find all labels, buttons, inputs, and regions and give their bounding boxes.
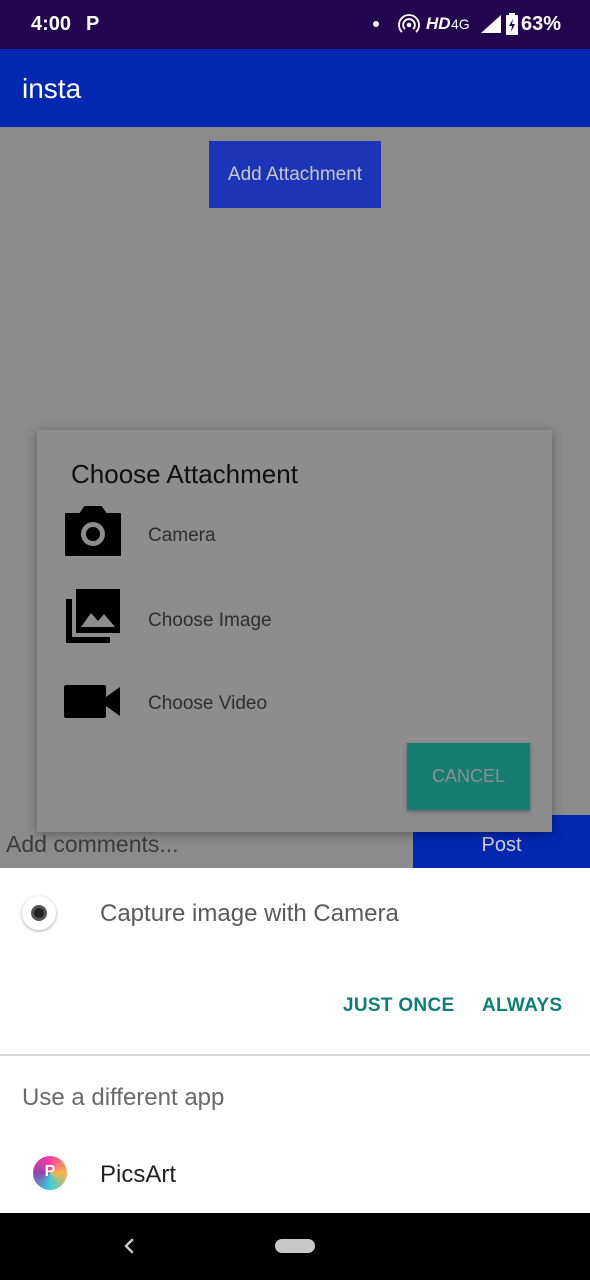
divider [0,1054,590,1056]
app-bar: insta [0,49,590,127]
navigation-bar [0,1213,590,1280]
videocam-icon [64,685,120,718]
signal-icon [481,15,501,33]
sheet-title: Capture image with Camera [100,900,399,927]
hotspot-icon [398,14,420,33]
picsart-icon[interactable] [33,1156,67,1190]
camera-app-icon [22,896,56,930]
hd-indicator: HD [426,14,451,33]
dialog-item-choose-image[interactable]: Choose Image [37,587,552,657]
dialog-item-label: Choose Image [148,610,272,631]
notification-dot-icon [373,21,379,27]
photo-library-icon [66,589,120,643]
camera-icon [65,506,121,556]
app-title: insta [22,73,82,104]
network-type: 4G [451,16,470,32]
always-button[interactable]: ALWAYS [482,995,562,1017]
app-chooser-sheet: Capture image with Camera JUST ONCE ALWA… [0,868,590,1213]
comment-input[interactable]: Add comments... [6,831,179,858]
battery-percent: 63% [521,13,562,35]
status-bar: 4:00 P HD 4G 63% [0,0,590,49]
cancel-button[interactable]: CANCEL [407,743,530,810]
dialog-item-label: Camera [148,525,216,546]
dialog-item-choose-video[interactable]: Choose Video [37,671,552,741]
choose-attachment-dialog: Choose Attachment Camera Choose Image Ch… [37,430,552,832]
app-item-picsart[interactable]: PicsArt [100,1161,176,1189]
notification-p-icon: P [86,13,100,35]
use-different-app-label: Use a different app [22,1084,225,1111]
add-attachment-button[interactable]: Add Attachment [209,141,381,208]
home-pill[interactable] [275,1239,315,1253]
status-time: 4:00 [31,13,72,35]
battery-icon [506,13,518,35]
just-once-button[interactable]: JUST ONCE [343,995,454,1017]
dialog-item-camera[interactable]: Camera [37,502,552,572]
dialog-title: Choose Attachment [71,459,298,489]
dialog-item-label: Choose Video [148,693,268,714]
back-icon[interactable] [118,1233,138,1259]
